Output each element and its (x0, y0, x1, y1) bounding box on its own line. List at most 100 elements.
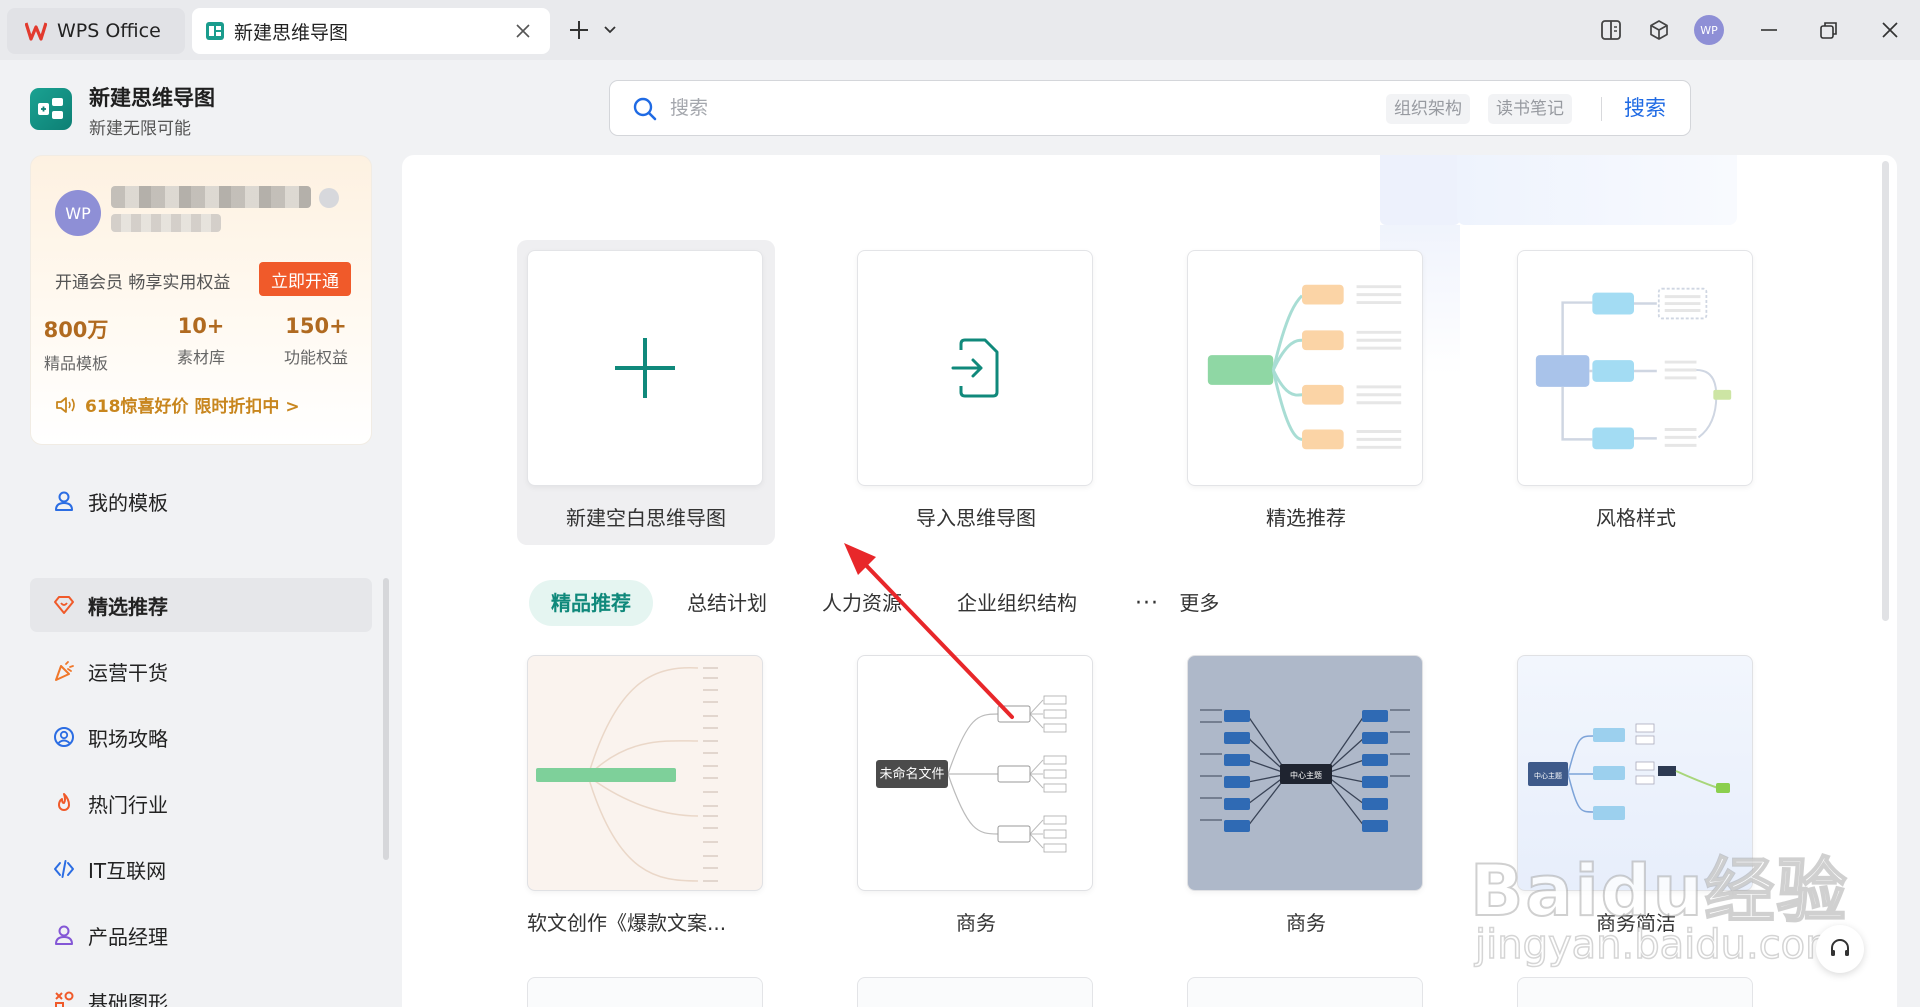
tab-list-dropdown[interactable] (600, 20, 620, 40)
mindmap-tab-icon (206, 22, 224, 40)
close-window-button[interactable] (1876, 16, 1904, 44)
style-card (1517, 250, 1753, 486)
search-icon (633, 97, 657, 121)
reading-mode-button[interactable] (1597, 16, 1625, 44)
user-circle-icon (52, 725, 76, 749)
stat-materials[interactable]: 10+ 素材库 (156, 314, 246, 368)
search-divider (1601, 97, 1602, 121)
redacted-username (111, 186, 311, 208)
main-scrollbar[interactable] (1882, 161, 1889, 621)
tab-wps-office[interactable]: WPS Office (7, 8, 185, 54)
minimize-button[interactable] (1755, 16, 1783, 44)
search-tag-reading-notes[interactable]: 读书笔记 (1488, 94, 1572, 124)
close-icon (516, 24, 530, 38)
stat-value: 10+ (177, 314, 225, 338)
sidebar-item-product-manager[interactable]: 产品经理 (30, 908, 372, 962)
tab-premium-recommend[interactable]: 精品推荐 (529, 580, 653, 626)
mindmap-logo-icon (38, 98, 63, 119)
sidebar-item-hot-industry[interactable]: 热门行业 (30, 776, 372, 830)
user-avatar[interactable]: WP (1694, 15, 1724, 45)
tab-close-button[interactable] (510, 18, 536, 44)
background-decoration (1380, 155, 1460, 225)
sale-text: 618惊喜好价 限时折扣中 > (85, 397, 300, 417)
more-dots-icon: ··· (1135, 591, 1159, 616)
shapes-icon (52, 989, 76, 1007)
cube-icon (1650, 20, 1668, 40)
template-card[interactable] (1517, 977, 1753, 1007)
diamond-heart-icon (52, 593, 76, 617)
tab-summary-plan[interactable]: 总结计划 (687, 580, 767, 626)
thumb-center-text: 中心主题 (1290, 770, 1322, 780)
layout-icon (1601, 20, 1621, 40)
more-button[interactable]: ··· 更多 (1135, 580, 1219, 626)
help-button[interactable] (1816, 925, 1864, 973)
search-input[interactable] (670, 93, 1370, 123)
member-promo-text: 开通会员 畅享实用权益 (55, 273, 231, 293)
template-title: 商务 (956, 911, 996, 935)
restore-icon (1820, 22, 1837, 39)
import-mindmap-button[interactable]: 导入思维导图 (847, 240, 1105, 545)
template-card[interactable] (1187, 977, 1423, 1007)
plus-icon (570, 21, 588, 39)
sidebar-item-label: 精选推荐 (88, 594, 168, 619)
member-card: WP 开通会员 畅享实用权益 立即开通 800万 精品模板 10+ 素材库 15… (30, 155, 372, 445)
sidebar-item-label: 热门行业 (88, 792, 168, 817)
mindmap-app-logo (30, 88, 72, 130)
close-icon (1882, 22, 1898, 38)
sidebar-item-it-internet[interactable]: IT互联网 (30, 842, 372, 896)
redacted-user-info (111, 214, 221, 232)
thumb-center-text: 中心主题 (1534, 771, 1562, 780)
chevron-down-icon (604, 26, 616, 34)
featured-recommend-button[interactable]: 精选推荐 (1177, 240, 1435, 545)
sidebar-item-label: 基础图形 (88, 990, 168, 1007)
mindmap-preview-icon (1207, 284, 1402, 450)
search-bar: 组织架构 读书笔记 搜索 (609, 80, 1691, 136)
template-card[interactable] (857, 977, 1093, 1007)
sidebar-item-my-templates[interactable]: 我的模板 (30, 474, 372, 528)
sidebar-item-basic-shapes[interactable]: 基础图形 (30, 974, 372, 1007)
template-preview (536, 667, 718, 882)
avatar[interactable]: WP (55, 190, 101, 236)
watermark-url: jingyan.baidu.com (1474, 921, 1845, 969)
sidebar-item-operations[interactable]: 运营干货 (30, 644, 372, 698)
tab-label: 新建思维导图 (234, 21, 349, 44)
thumb-center-text: 未命名文件 (879, 766, 944, 782)
stat-label: 功能权益 (283, 348, 348, 367)
member-badge-icon (319, 188, 339, 208)
cube-button[interactable] (1645, 16, 1673, 44)
stat-value: 800万 (43, 318, 109, 342)
search-button[interactable]: 搜索 (1624, 93, 1666, 123)
template-card[interactable] (527, 977, 763, 1007)
style-templates-button[interactable]: 风格样式 (1507, 240, 1765, 545)
person-icon (52, 923, 76, 947)
party-icon (52, 659, 76, 683)
more-label: 更多 (1179, 591, 1220, 615)
new-blank-mindmap-button[interactable]: 新建空白思维导图 (517, 240, 775, 545)
import-file-icon (951, 338, 999, 398)
stat-features[interactable]: 150+ 功能权益 (271, 314, 361, 368)
background-decoration (1457, 155, 1737, 225)
minimize-icon (1761, 29, 1777, 31)
search-tag-org-chart[interactable]: 组织架构 (1386, 94, 1470, 124)
plus-icon (615, 338, 675, 398)
template-thumbnail (527, 655, 763, 891)
new-tab-button[interactable] (565, 16, 593, 44)
flame-icon (52, 791, 76, 815)
sidebar-item-label: IT互联网 (88, 858, 167, 883)
action-label: 风格样式 (1596, 506, 1676, 530)
sidebar-scrollbar[interactable] (383, 578, 389, 860)
sidebar-item-featured[interactable]: 精选推荐 (30, 578, 372, 632)
stat-templates[interactable]: 800万 精品模板 (31, 314, 121, 374)
open-membership-button[interactable]: 立即开通 (259, 262, 351, 296)
headset-icon (1831, 939, 1849, 956)
import-card (857, 250, 1093, 486)
sidebar-item-career[interactable]: 职场攻略 (30, 710, 372, 764)
sidebar-item-label: 运营干货 (88, 660, 168, 685)
template-title: 商务 (1286, 911, 1326, 935)
app-title: 新建思维导图 (89, 86, 215, 110)
new-blank-card (527, 250, 763, 486)
sale-banner[interactable]: 618惊喜好价 限时折扣中 > (55, 392, 300, 417)
restore-button[interactable] (1815, 16, 1843, 44)
stat-label: 精品模板 (43, 354, 108, 373)
tab-mindmap[interactable]: 新建思维导图 (192, 8, 550, 54)
